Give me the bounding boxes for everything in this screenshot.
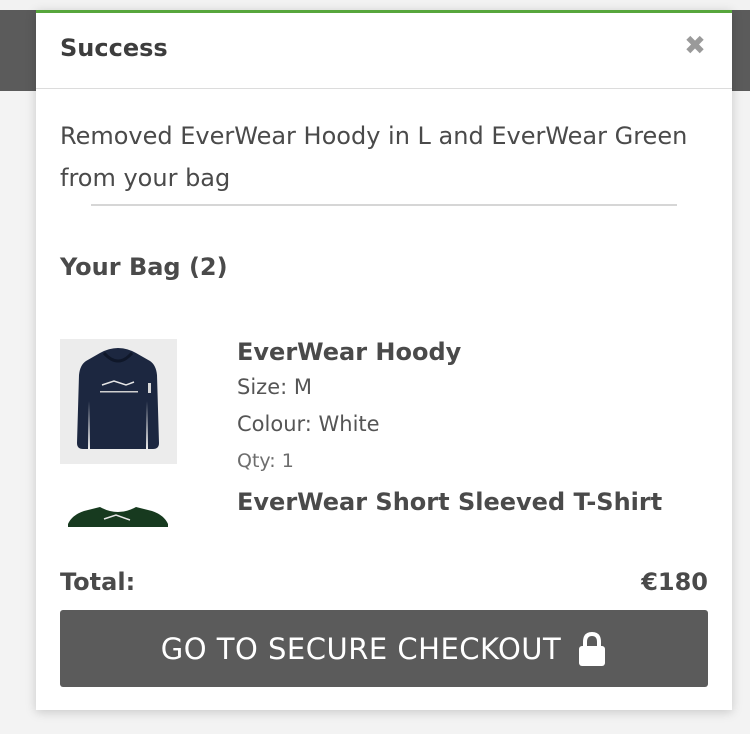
bag-item-list[interactable]: EverWear Hoody Size: M Colour: White Qty…	[60, 335, 710, 527]
item-size: Size: M	[237, 375, 312, 399]
modal-header: Success ✖	[36, 13, 732, 89]
success-modal: Success ✖ Removed EverWear Hoody in L an…	[36, 10, 732, 710]
bag-heading: Your Bag (2)	[60, 253, 228, 281]
product-thumbnail[interactable]	[60, 489, 177, 527]
item-name[interactable]: EverWear Hoody	[237, 335, 461, 369]
item-details: EverWear Hoody Size: M Colour: White Qty…	[237, 335, 461, 479]
product-thumbnail[interactable]	[60, 339, 177, 464]
checkout-button-label: GO TO SECURE CHECKOUT	[160, 631, 562, 666]
navy-hoodie-image	[60, 339, 177, 464]
bag-item: EverWear Short Sleeved T-Shirt	[60, 485, 710, 527]
total-row: Total: €180	[60, 568, 708, 596]
lock-icon	[579, 631, 606, 666]
close-icon[interactable]: ✖	[682, 33, 708, 59]
divider	[91, 204, 677, 206]
item-name[interactable]: EverWear Short Sleeved T-Shirt	[237, 485, 662, 519]
bag-item: EverWear Hoody Size: M Colour: White Qty…	[60, 335, 710, 485]
removal-message: Removed EverWear Hoody in L and EverWear…	[60, 122, 688, 192]
modal-title: Success	[60, 34, 168, 62]
secure-checkout-button[interactable]: GO TO SECURE CHECKOUT	[60, 610, 708, 687]
item-details: EverWear Short Sleeved T-Shirt	[237, 485, 662, 519]
item-colour: Colour: White	[237, 412, 380, 436]
green-tshirt-image	[68, 507, 168, 527]
item-qty: Qty: 1	[237, 450, 294, 472]
total-value: €180	[641, 568, 708, 596]
total-label: Total:	[60, 568, 136, 596]
